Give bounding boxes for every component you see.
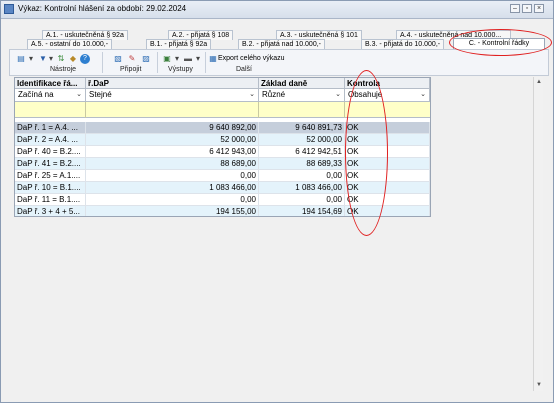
pin-icon[interactable]: ✎ [127,54,137,64]
tab-b2[interactable]: B.2. - přijatá nad 10.000,- [238,39,325,49]
group-label-more: Další [236,66,252,73]
cell-rdap: 9 640 892,00 [86,122,259,133]
dropdown-arrow-icon[interactable]: ▾ [172,54,182,64]
cell-zaklad-dane: 9 640 891,73 [259,122,345,133]
cell-zaklad-dane: 0,00 [259,170,345,181]
filter-value: Různé [262,90,286,99]
cell-rdap: 6 412 943,00 [86,146,259,157]
cell-identifikace: DaP ř. 3 + 4 + 5... [15,206,86,216]
dropdown-arrow-icon[interactable]: ▾ [193,54,203,64]
chevron-down-icon[interactable]: ⌄ [335,89,341,101]
table-row[interactable]: DaP ř. 25 = A.1.... 0,00 0,00 OK [15,170,430,182]
control-rows-grid: Identifikace řá... ř.DaP Základ daně Kon… [14,77,431,217]
cell-kontrola: OK [345,182,430,193]
table-row[interactable]: DaP ř. 40 = B.2.... 6 412 943,00 6 412 942… [15,146,430,158]
attach-icon[interactable]: ▨ [141,54,151,64]
minimize-button[interactable]: – [510,4,520,13]
cell-rdap: 0,00 [86,194,259,205]
close-button[interactable]: × [534,4,544,13]
cell-identifikace: DaP ř. 25 = A.1.... [15,170,86,181]
app-icon [4,4,14,14]
cell-kontrola: OK [345,194,430,205]
cell-identifikace: DaP ř. 2 = A.4. ... [15,134,86,145]
table-row[interactable]: DaP ř. 1 = A.4. ... 9 640 892,00 9 640 891… [15,122,430,134]
eraser-icon[interactable]: ◆ [68,54,78,64]
scroll-up-arrow-icon[interactable]: ▲ [535,78,543,86]
cell-rdap: 52 000,00 [86,134,259,145]
document-icon[interactable]: ▧ [113,54,123,64]
tab-b1[interactable]: B.1. - přijatá § 92a [146,39,212,49]
cell-identifikace: DaP ř. 11 = B.1.... [15,194,86,205]
column-header-rdap[interactable]: ř.DaP [86,78,259,89]
cell-zaklad-dane: 88 689,33 [259,158,345,169]
filter-value: Obsahuje [348,90,383,99]
restore-button[interactable]: ▫ [522,4,532,13]
sort-icon[interactable]: ⇅ [56,54,66,64]
cell-zaklad-dane: 0,00 [259,194,345,205]
cell-identifikace: DaP ř. 1 = A.4. ... [15,122,86,133]
cell-kontrola: OK [345,206,430,216]
ribbon-divider [157,52,158,73]
toolbar-ribbon: ▤ ▾ ▼ ▾ ⇅ ◆ ? Nástroje ▧ ✎ ▨ Připojit ▣ … [9,49,549,76]
chevron-down-icon[interactable]: ⌄ [76,89,82,101]
filter-value: Začíná na [18,90,54,99]
table-row[interactable]: DaP ř. 3 + 4 + 5... 194 155,00 194 154,69 O… [15,206,430,216]
tab-strip: A.1. - uskutečněná § 92a A.2. - přijatá … [9,25,549,49]
column-header-kontrola[interactable]: Kontrola [345,78,430,89]
title-bar: Výkaz: Kontrolní hlášení za období: 29.0… [1,1,553,19]
ribbon-divider [205,52,206,73]
group-label-tools: Nástroje [50,66,77,73]
cell-rdap: 88 689,00 [86,158,259,169]
grid-settings-icon[interactable]: ▤ [16,54,26,64]
scroll-down-arrow-icon[interactable]: ▼ [535,381,543,389]
window-title: Výkaz: Kontrolní hlášení za období: 29.0… [18,4,187,13]
filter-zaklad-dane[interactable]: Různé ⌄ [259,89,345,102]
cell-identifikace: DaP ř. 41 = B.2.... [15,158,86,169]
filter-identifikace[interactable]: Začíná na ⌄ [15,89,86,102]
column-divider [85,102,86,118]
print-icon[interactable]: ▬ [183,54,193,64]
tab-c-kontrolni-radky[interactable]: C. - Kontrolní řádky [453,38,545,49]
column-header-zaklad-dane[interactable]: Základ daně [259,78,345,89]
column-header-identifikace[interactable]: Identifikace řá... [15,78,86,89]
filter-value: Stejné [89,90,112,99]
export-icon[interactable]: ▣ [162,54,172,64]
column-divider [344,102,345,118]
tab-a5[interactable]: A.5. - ostatní do 10.000,- [27,39,113,49]
group-label-attach: Připojit [120,66,142,73]
table-row[interactable]: DaP ř. 10 = B.1.... 1 083 466,00 1 083 466… [15,182,430,194]
chevron-down-icon[interactable]: ⌄ [249,89,255,101]
cell-zaklad-dane: 194 154,69 [259,206,345,216]
export-all-icon[interactable]: ▦ [208,54,218,64]
table-row[interactable]: DaP ř. 11 = B.1.... 0,00 0,00 OK [15,194,430,206]
filter-kontrola[interactable]: Obsahuje ⌄ [345,89,430,102]
vertical-scrollbar[interactable]: ▲ ▼ [533,77,543,391]
chevron-down-icon[interactable]: ⌄ [420,89,426,101]
column-divider [258,102,259,118]
cell-kontrola: OK [345,134,430,145]
cell-kontrola: OK [345,122,430,133]
dropdown-arrow-icon[interactable]: ▾ [26,54,36,64]
cell-zaklad-dane: 6 412 942,51 [259,146,345,157]
group-label-outputs: Výstupy [168,66,193,73]
export-full-report-button[interactable]: Export celého výkazu [218,55,285,62]
dropdown-arrow-icon[interactable]: ▾ [46,54,56,64]
cell-kontrola: OK [345,158,430,169]
cell-rdap: 1 083 466,00 [86,182,259,193]
table-row[interactable]: DaP ř. 2 = A.4. ... 52 000,00 52 000,00 OK [15,134,430,146]
cell-rdap: 0,00 [86,170,259,181]
cell-kontrola: OK [345,170,430,181]
cell-identifikace: DaP ř. 10 = B.1.... [15,182,86,193]
cell-identifikace: DaP ř. 40 = B.2.... [15,146,86,157]
help-icon[interactable]: ? [80,54,90,64]
cell-zaklad-dane: 1 083 466,00 [259,182,345,193]
cell-rdap: 194 155,00 [86,206,259,216]
filter-rdap[interactable]: Stejné ⌄ [86,89,259,102]
cell-kontrola: OK [345,146,430,157]
tab-b3[interactable]: B.3. - přijatá do 10.000,- [361,39,445,49]
ribbon-divider [102,52,103,73]
cell-zaklad-dane: 52 000,00 [259,134,345,145]
table-row[interactable]: DaP ř. 41 = B.2.... 88 689,00 88 689,33 OK [15,158,430,170]
filter-input-row[interactable] [15,102,430,118]
